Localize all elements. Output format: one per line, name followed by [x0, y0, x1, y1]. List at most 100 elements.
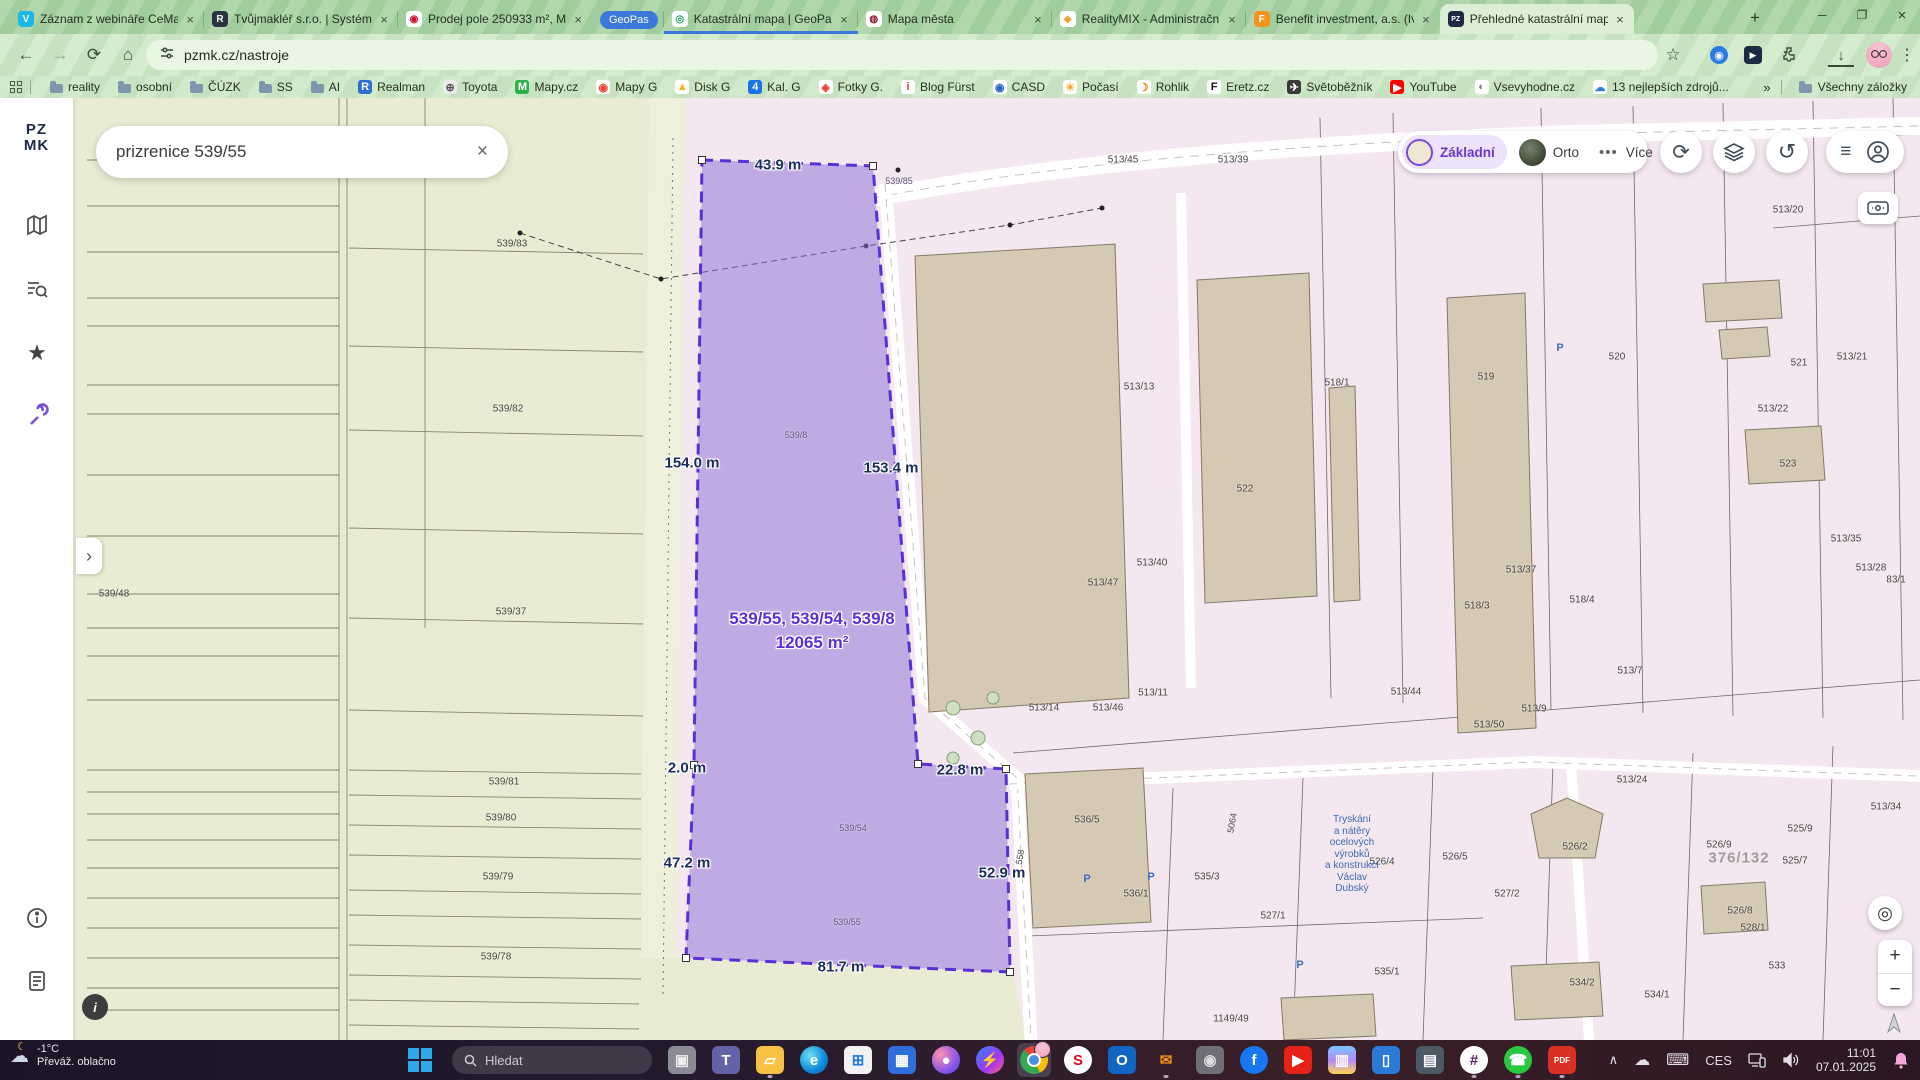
tab-close-icon[interactable]: × [378, 12, 390, 27]
profile-avatar[interactable] [1866, 42, 1892, 68]
clear-search-icon[interactable]: × [477, 141, 488, 163]
tab-close-icon[interactable]: × [1226, 12, 1238, 27]
maximize-button[interactable]: ❐ [1842, 0, 1882, 30]
browser-tab[interactable]: ◆RealityMIX - Administrační× [1052, 4, 1246, 34]
map-info-button[interactable]: i [82, 994, 108, 1020]
bookmark-item[interactable]: SS [252, 77, 300, 97]
taskbar-icon-outlook[interactable]: O [1105, 1043, 1139, 1077]
onedrive-cloud-icon[interactable]: ☁ [1634, 1050, 1650, 1070]
all-bookmarks-button[interactable]: Všechny záložky [1792, 77, 1914, 97]
download-icon[interactable]: ↓ [1828, 45, 1854, 67]
bookmark-item[interactable]: ▶YouTube [1383, 77, 1463, 97]
bookmark-item[interactable]: ☁13 nejlepších zdrojů... [1586, 77, 1736, 97]
map-canvas[interactable] [73, 98, 1920, 1040]
bookmark-item[interactable]: ✈Světoběžník [1280, 77, 1379, 97]
document-icon[interactable] [20, 964, 54, 998]
bookmark-item[interactable]: ◐Vsevyhodne.cz [1468, 77, 1582, 97]
notification-bell-icon[interactable] [1892, 1051, 1910, 1069]
taskbar-icon-calculator[interactable]: ▤ [1413, 1043, 1447, 1077]
taskbar-icon-task-view[interactable]: ▣ [665, 1043, 699, 1077]
bookmark-item[interactable]: ▲Disk G [668, 77, 737, 97]
taskbar-search[interactable]: Hledat [452, 1046, 652, 1074]
bookmarks-overflow-chevron[interactable]: » [1763, 80, 1770, 95]
bookmark-item[interactable]: ☀Počasí [1056, 77, 1126, 97]
taskbar-weather[interactable]: ☁☾ -1°C Převáž. oblačno [10, 1043, 116, 1069]
bookmark-item[interactable]: AI [304, 77, 347, 97]
extension-mapy-icon[interactable]: ◉ [1706, 42, 1732, 68]
taskbar-icon-calendar[interactable]: ▦ [885, 1043, 919, 1077]
back-button[interactable]: ← [12, 41, 40, 69]
bookmark-item[interactable]: osobní [111, 77, 179, 97]
zoom-out-button[interactable]: − [1878, 974, 1912, 1007]
browser-tab[interactable]: FBenefit investment, a.s. (Iva× [1246, 4, 1440, 34]
menu-account-pill[interactable]: ≡ [1826, 131, 1904, 173]
basemap-ortho-chip[interactable]: Orto [1515, 135, 1591, 169]
tools-wrench-icon[interactable] [20, 398, 54, 432]
forward-button[interactable]: → [46, 41, 74, 69]
info-icon[interactable] [20, 901, 54, 935]
reload-button[interactable]: ⟳ [80, 41, 108, 69]
taskbar-icon-teams[interactable]: T [709, 1043, 743, 1077]
url-bar[interactable]: pzmk.cz/nastroje [146, 40, 1658, 70]
zoom-in-button[interactable]: + [1878, 940, 1912, 974]
tab-group-label[interactable]: GeoPas [600, 11, 658, 29]
rotate-3d-button[interactable]: ⟳ [1660, 131, 1702, 173]
bookmark-item[interactable]: ☽Rohlik [1130, 77, 1196, 97]
volume-icon[interactable] [1782, 1052, 1800, 1068]
map-icon[interactable] [20, 208, 54, 242]
taskbar-icon-phone-link[interactable]: ▯ [1369, 1043, 1403, 1077]
screenshot-button[interactable] [1858, 192, 1898, 224]
browser-menu-icon[interactable]: ⋮ [1894, 42, 1920, 68]
site-settings-icon[interactable] [160, 46, 174, 65]
taskbar-clock[interactable]: 11:01 07.01.2025 [1816, 1046, 1876, 1074]
tab-close-icon[interactable]: × [1032, 12, 1044, 27]
apps-grid-icon[interactable] [10, 81, 22, 93]
favorites-star-icon[interactable]: ★ [20, 336, 54, 370]
tab-close-icon[interactable]: × [1614, 12, 1626, 27]
taskbar-icon-camera[interactable]: ◉ [1193, 1043, 1227, 1077]
tab-close-icon[interactable]: × [838, 12, 850, 27]
network-icon[interactable] [1748, 1052, 1766, 1068]
search-input[interactable]: prizrenice 539/55 [116, 142, 477, 162]
tray-expand-icon[interactable]: ∧ [1609, 1052, 1619, 1068]
bookmark-item[interactable]: iBlog Fürst [894, 77, 982, 97]
language-indicator[interactable]: CES [1705, 1053, 1732, 1068]
bookmark-item[interactable]: ČÚZK [183, 77, 248, 97]
browser-tab[interactable]: ◎Katastrální mapa | GeoPas.c× [664, 4, 858, 34]
history-button[interactable]: ↺ [1766, 131, 1808, 173]
bookmark-star-icon[interactable]: ☆ [1660, 42, 1686, 68]
taskbar-icon-mail-orange[interactable]: ✉ [1149, 1043, 1183, 1077]
bookmark-item[interactable]: ◉Mapy G [589, 77, 664, 97]
locate-button[interactable]: ◎ [1868, 896, 1902, 930]
taskbar-icon-paint[interactable]: ● [929, 1043, 963, 1077]
taskbar-icon-facebook[interactable]: f [1237, 1043, 1271, 1077]
compass-button[interactable] [1884, 1012, 1904, 1040]
new-tab-button[interactable]: + [1742, 5, 1768, 31]
home-button[interactable]: ⌂ [114, 41, 142, 69]
browser-tab[interactable]: RTvůjmakléř s.r.o. | Systém Re× [204, 4, 398, 34]
taskbar-icon-messenger[interactable]: ⚡ [973, 1043, 1007, 1077]
extension-video-icon[interactable]: ▶ [1740, 42, 1766, 68]
minimize-button[interactable]: ─ [1802, 0, 1842, 30]
taskbar-icon-whatsapp[interactable]: ☎ [1501, 1043, 1535, 1077]
taskbar-icon-pdf-editor[interactable]: PDF [1545, 1043, 1579, 1077]
bookmark-item[interactable]: ◈Fotky G. [812, 77, 890, 97]
tab-close-icon[interactable]: × [572, 12, 584, 27]
taskbar-icon-file-explorer[interactable]: ▱ [753, 1043, 787, 1077]
taskbar-icon-chrome[interactable] [1017, 1043, 1051, 1077]
layers-button[interactable] [1713, 131, 1755, 173]
taskbar-icon-edge[interactable]: e [797, 1043, 831, 1077]
panel-expand-button[interactable]: › [76, 538, 102, 574]
start-button[interactable] [408, 1048, 432, 1072]
browser-tab[interactable]: VZáznam z webináře CeMap× [10, 4, 204, 34]
bookmark-item[interactable]: 4Kal. G [741, 77, 807, 97]
close-button[interactable]: × [1882, 0, 1920, 30]
bookmark-item[interactable]: reality [43, 77, 107, 97]
tab-close-icon[interactable]: × [1420, 12, 1432, 27]
extensions-puzzle-icon[interactable] [1776, 42, 1802, 68]
taskbar-icon-seznam[interactable]: S [1061, 1043, 1095, 1077]
taskbar-icon-microsoft-store[interactable]: ⊞ [841, 1043, 875, 1077]
bookmark-item[interactable]: RRealman [351, 77, 432, 97]
search-list-icon[interactable] [20, 272, 54, 306]
taskbar-icon-youtube[interactable]: ▶ [1281, 1043, 1315, 1077]
